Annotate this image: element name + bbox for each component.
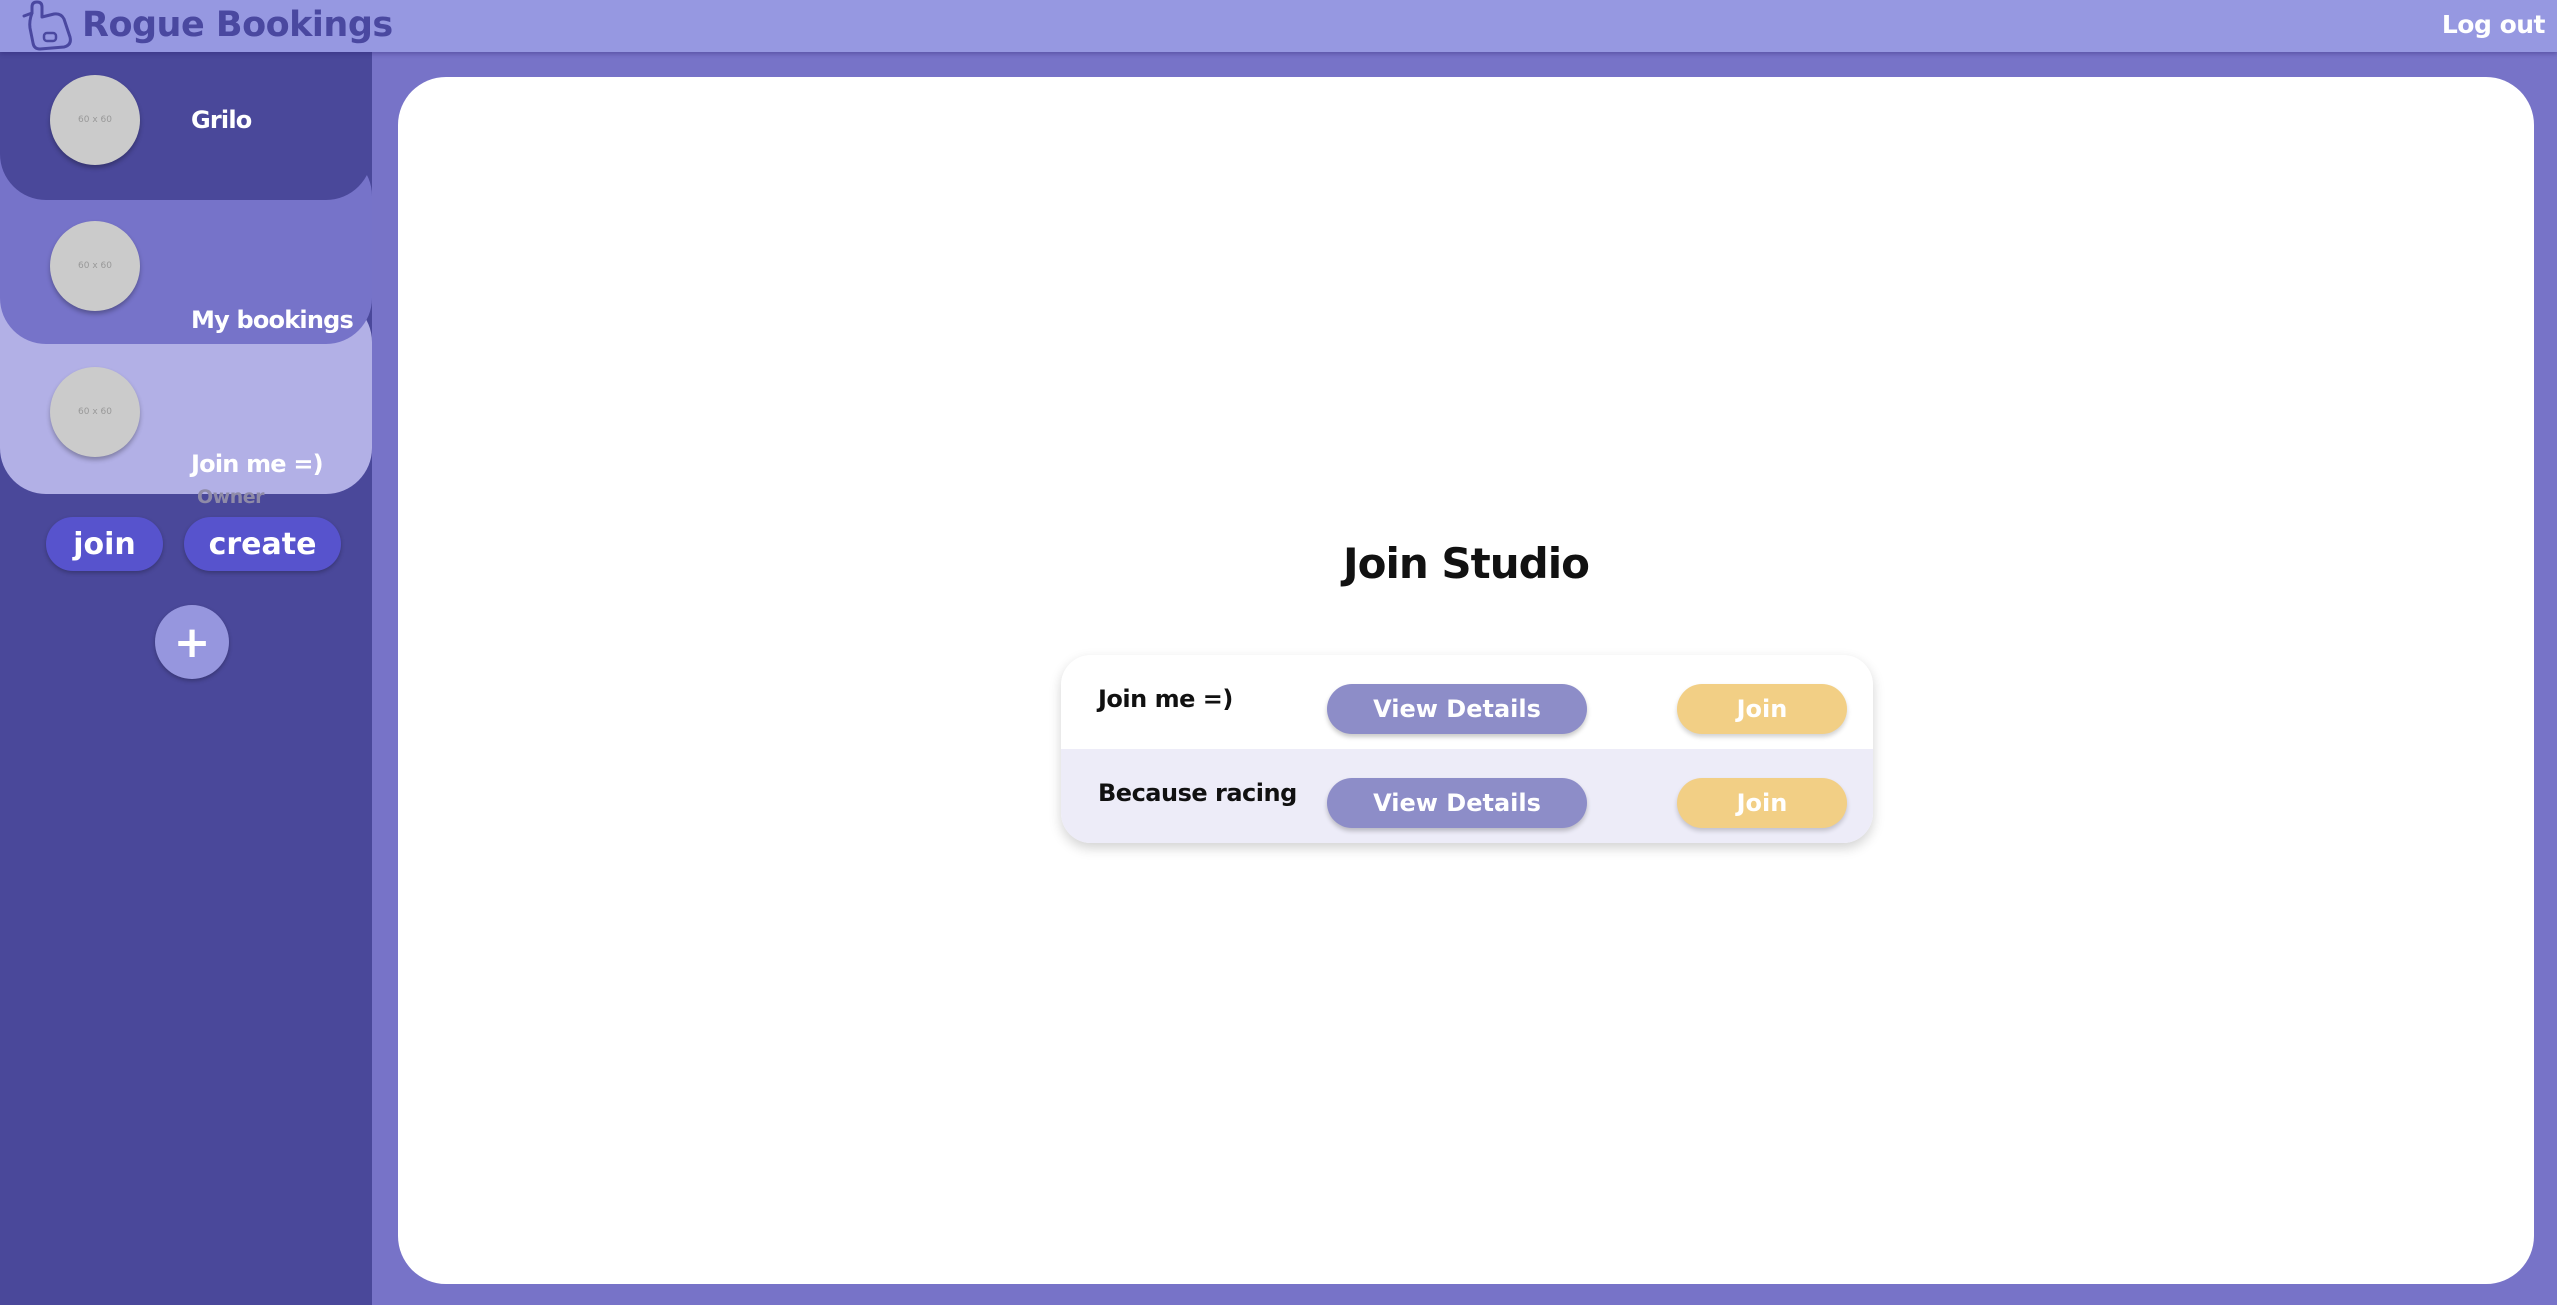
hand-bell-icon [22,0,72,51]
avatar: 60 x 60 [50,75,140,165]
avatar-placeholder-text: 60 x 60 [78,407,112,417]
studio-name: Join me =) [1098,685,1233,713]
sidebar-item-label: Grilo [191,106,252,134]
page-title: Join Studio [1343,539,1590,588]
studio-row: Because racing View Details Join [1061,749,1873,843]
sidebar-item-grilo[interactable]: 60 x 60 Grilo [0,52,372,200]
logout-button[interactable]: Log out [2442,6,2546,44]
view-details-button[interactable]: View Details [1327,778,1587,828]
join-button[interactable]: Join [1677,778,1847,828]
join-button[interactable]: Join [1677,684,1847,734]
avatar: 60 x 60 [50,367,140,457]
sidebar: 60 x 60 Grilo 60 x 60 My bookings 60 x 6… [0,52,372,1305]
studio-row: Join me =) View Details Join [1061,655,1873,749]
studio-list: Join me =) View Details Join Because rac… [1061,655,1873,843]
app-brand: Rogue Bookings [82,5,393,45]
role-badge: Owner [197,486,265,508]
sidebar-item-label: Join me =) [191,450,324,478]
studio-name: Because racing [1098,779,1297,807]
view-details-button[interactable]: View Details [1327,684,1587,734]
add-button[interactable]: + [155,605,229,679]
avatar: 60 x 60 [50,221,140,311]
avatar-placeholder-text: 60 x 60 [78,261,112,271]
create-studio-button[interactable]: create [184,517,341,571]
join-studio-button[interactable]: join [46,517,163,571]
main-panel: Join Studio Join me =) View Details Join… [398,77,2534,1284]
avatar-placeholder-text: 60 x 60 [78,115,112,125]
top-bar: Rogue Bookings Log out [0,0,2557,52]
sidebar-item-label: My bookings [191,306,354,334]
